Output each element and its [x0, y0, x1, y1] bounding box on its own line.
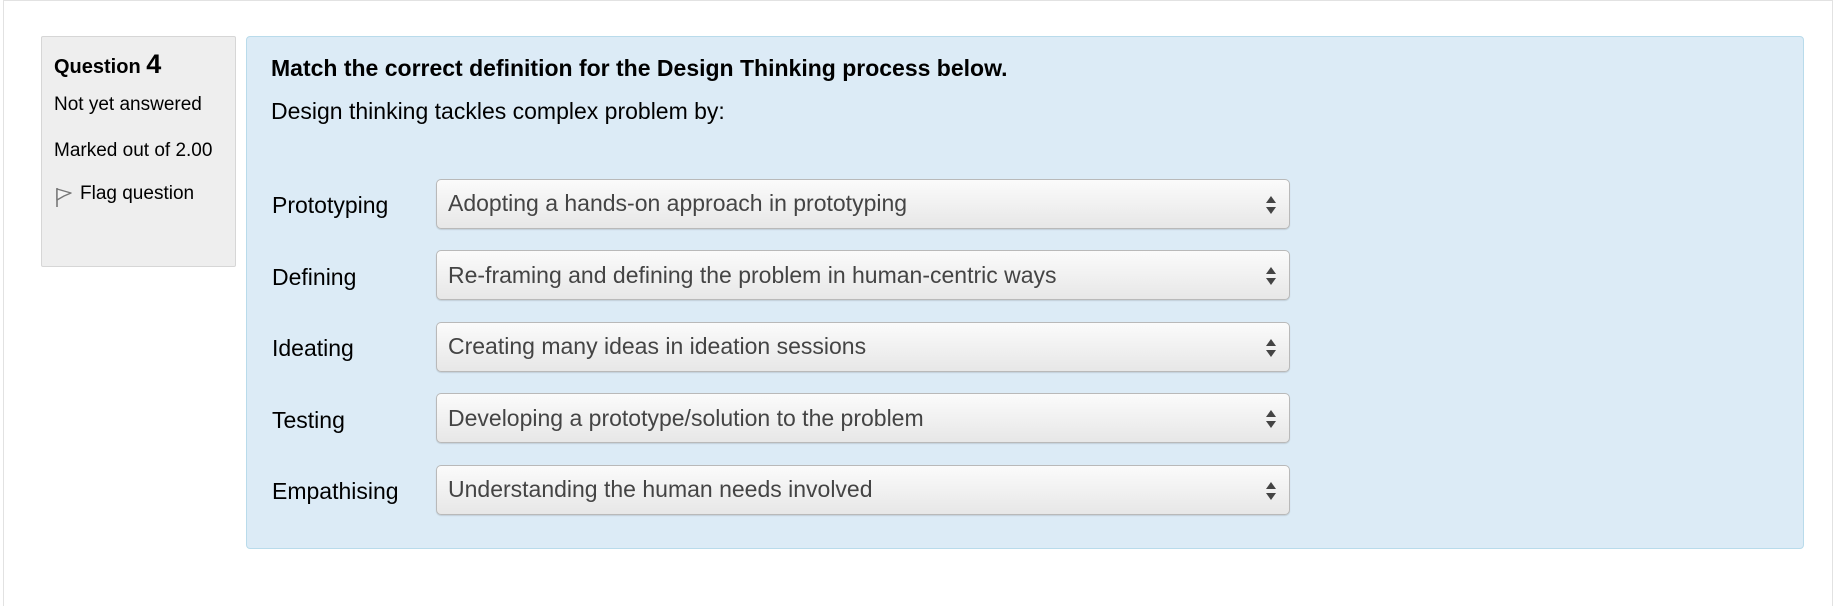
question-number-value: 4 [146, 49, 162, 79]
match-rows: Prototyping Adopting a hands-on approach… [272, 168, 1332, 526]
match-select-value: Creating many ideas in ideation sessions [448, 333, 867, 360]
question-grade: Marked out of 2.00 [54, 140, 213, 161]
match-label: Empathising [272, 478, 399, 505]
flag-question-label: Flag question [80, 183, 195, 204]
match-select-value: Re-framing and defining the problem in h… [448, 261, 1057, 288]
match-select[interactable]: Re-framing and defining the problem in h… [436, 250, 1290, 301]
match-select-value: Developing a prototype/solution to the p… [448, 404, 924, 431]
select-arrows-icon [1266, 410, 1276, 429]
question-prompt: Design thinking tackles complex problem … [271, 98, 725, 124]
quiz-page: Question 4 Not yet answered Marked out o… [3, 0, 1833, 606]
match-select[interactable]: Understanding the human needs involved [436, 464, 1290, 515]
match-select-value: Adopting a hands-on approach in prototyp… [448, 190, 908, 217]
match-row: Defining Re-framing and defining the pro… [272, 240, 1332, 312]
question-title: Match the correct definition for the Des… [271, 55, 1008, 81]
match-select[interactable]: Adopting a hands-on approach in prototyp… [436, 178, 1290, 229]
match-select[interactable]: Creating many ideas in ideation sessions [436, 321, 1290, 372]
question-content: Match the correct definition for the Des… [246, 36, 1804, 549]
match-select[interactable]: Developing a prototype/solution to the p… [436, 393, 1290, 444]
question-info-panel: Question 4 Not yet answered Marked out o… [41, 36, 236, 267]
match-label: Testing [272, 406, 345, 433]
flag-question-link[interactable]: Flag question [54, 180, 223, 208]
flag-icon [56, 188, 72, 207]
select-arrows-icon [1266, 481, 1276, 500]
match-row: Prototyping Adopting a hands-on approach… [272, 168, 1332, 240]
match-label: Prototyping [272, 192, 389, 219]
match-row: Testing Developing a prototype/solution … [272, 383, 1332, 455]
match-row: Empathising Understanding the human need… [272, 454, 1332, 526]
select-arrows-icon [1266, 195, 1276, 214]
select-arrows-icon [1266, 338, 1276, 357]
question-state: Not yet answered [54, 94, 202, 115]
match-select-value: Understanding the human needs involved [448, 476, 873, 503]
question-word: Question [54, 56, 141, 78]
select-arrows-icon [1266, 267, 1276, 286]
match-label: Defining [272, 263, 357, 290]
match-label: Ideating [272, 335, 354, 362]
match-row: Ideating Creating many ideas in ideation… [272, 311, 1332, 383]
question-number: Question 4 [54, 49, 223, 82]
